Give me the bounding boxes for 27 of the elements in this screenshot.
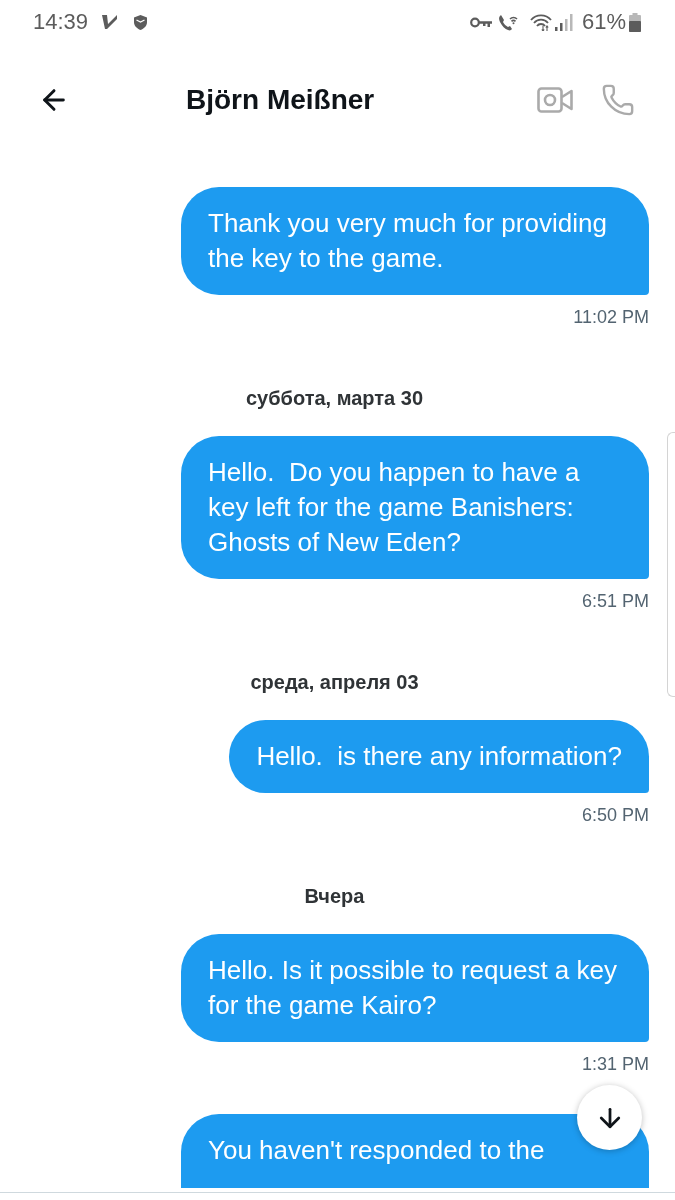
scrollbar-thumb[interactable] — [667, 432, 675, 697]
status-time: 14:39 — [33, 11, 89, 33]
v-mark-icon — [102, 15, 118, 29]
date-separator: суббота, марта 30 — [246, 386, 423, 411]
battery-icon — [629, 12, 641, 32]
video-call-button[interactable] — [537, 85, 573, 115]
message-bubble: Hello. Is it possible to request a key for the game Kairo? — [181, 934, 649, 1042]
date-separator: Вчера — [304, 884, 365, 909]
battery-percentage: 61% — [581, 11, 626, 33]
message-time: 6:51 PM — [581, 590, 649, 613]
signal-bars-icon — [554, 13, 575, 31]
key-icon — [469, 16, 492, 28]
message-bubble: Hello. Do you happen to have a key left for the game Banishers: Ghosts of New Eden? — [181, 436, 649, 579]
message-bubble: Thank you very much for providing the key to the game. — [181, 187, 649, 295]
voice-call-button[interactable] — [601, 83, 635, 117]
shield-icon — [134, 14, 148, 30]
message-time: 11:02 PM — [573, 306, 649, 329]
message-time: 6:50 PM — [581, 804, 649, 827]
phone-wifi-icon — [497, 13, 518, 31]
message-time: 1:31 PM — [581, 1053, 649, 1076]
phone-icon — [601, 83, 635, 117]
video-camera-icon — [537, 87, 573, 113]
contact-name: Björn Meißner — [186, 86, 375, 114]
message-bubble: Hello. is there any information? — [229, 720, 649, 793]
wifi-icon — [529, 13, 552, 31]
message-bubble: You haven't responded to the — [181, 1114, 649, 1188]
date-separator: среда, апреля 03 — [250, 670, 419, 695]
